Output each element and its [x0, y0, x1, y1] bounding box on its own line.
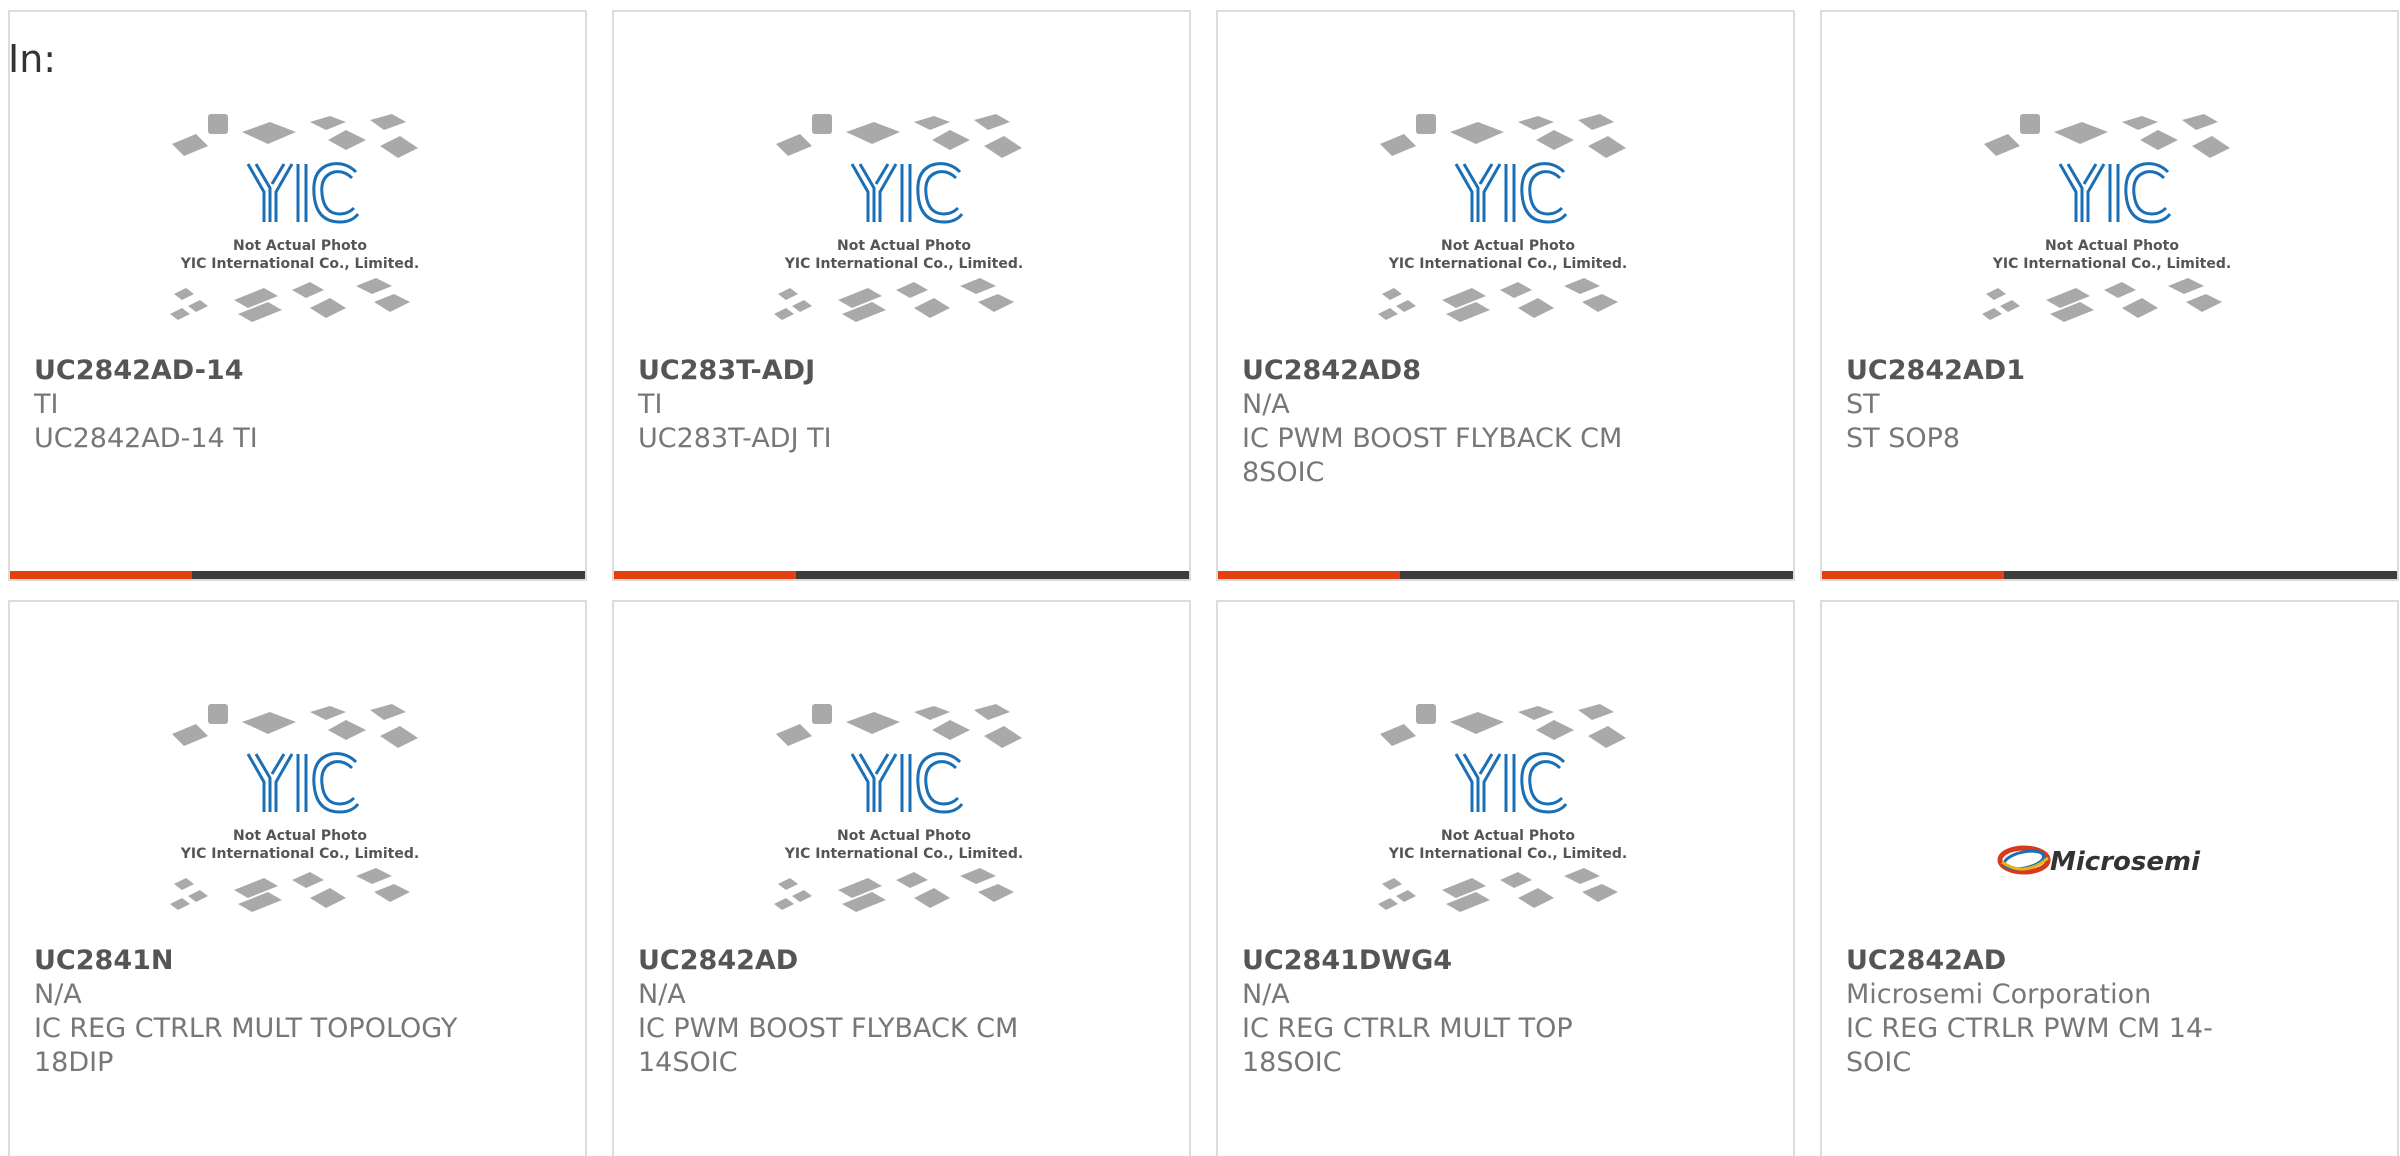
placeholder-line2: YIC International Co., Limited. — [784, 846, 1023, 862]
placeholder-line1: Not Actual Photo — [1441, 238, 1575, 254]
prefix-label: In: — [8, 37, 57, 81]
product-card[interactable]: Not Actual Photo YIC International Co., … — [612, 600, 1191, 1156]
product-image[interactable]: Microsemi — [1972, 692, 2252, 942]
manufacturer: TI — [34, 389, 59, 420]
manufacturer: N/A — [1242, 979, 1290, 1010]
placeholder-photo-icon: Not Actual Photo YIC International Co., … — [170, 114, 419, 322]
part-number[interactable]: UC2842AD1 — [1846, 354, 2373, 388]
placeholder-line2: YIC International Co., Limited. — [1388, 846, 1627, 862]
card-bottom-bar — [1218, 571, 1793, 579]
bar-rest — [192, 571, 585, 579]
placeholder-line1: Not Actual Photo — [837, 238, 971, 254]
bar-accent — [614, 571, 796, 579]
bar-rest — [1400, 571, 1793, 579]
manufacturer: ST — [1846, 389, 1880, 420]
bar-accent — [10, 571, 192, 579]
product-image[interactable]: Not Actual Photo YIC International Co., … — [160, 102, 440, 352]
placeholder-photo-icon: Not Actual Photo YIC International Co., … — [774, 704, 1023, 912]
placeholder-line2: YIC International Co., Limited. — [180, 256, 419, 272]
manufacturer: N/A — [638, 979, 686, 1010]
product-card[interactable]: Not Actual Photo YIC International Co., … — [8, 10, 587, 581]
description: ST SOP8 — [1846, 423, 1961, 454]
placeholder-photo-icon: Not Actual Photo YIC International Co., … — [1378, 704, 1627, 912]
product-card[interactable]: Microsemi UC2842AD Microsemi Corporation… — [1820, 600, 2399, 1156]
description: IC PWM BOOST FLYBACK CM 8SOIC — [1242, 423, 1623, 488]
part-number[interactable]: UC2841DWG4 — [1242, 944, 1769, 978]
part-number[interactable]: UC2842AD-14 — [34, 354, 561, 388]
placeholder-line2: YIC International Co., Limited. — [784, 256, 1023, 272]
card-bottom-bar — [10, 571, 585, 579]
card-bottom-bar — [1822, 571, 2397, 579]
bar-accent — [1822, 571, 2004, 579]
card-bottom-bar — [614, 571, 1189, 579]
microsemi-logo-icon: Microsemi — [1997, 845, 2201, 877]
description: UC2842AD-14 TI — [34, 423, 258, 454]
product-image[interactable]: Not Actual Photo YIC International Co., … — [1368, 692, 1648, 942]
manufacturer: TI — [638, 389, 663, 420]
bar-accent — [1218, 571, 1400, 579]
placeholder-line1: Not Actual Photo — [837, 828, 971, 844]
bar-rest — [2004, 571, 2397, 579]
product-card[interactable]: Not Actual Photo YIC International Co., … — [612, 10, 1191, 581]
manufacturer: N/A — [34, 979, 82, 1010]
product-image[interactable]: Not Actual Photo YIC International Co., … — [1368, 102, 1648, 352]
product-card[interactable]: Not Actual Photo YIC International Co., … — [1216, 600, 1795, 1156]
placeholder-line1: Not Actual Photo — [1441, 828, 1575, 844]
bar-rest — [796, 571, 1189, 579]
placeholder-line1: Not Actual Photo — [233, 238, 367, 254]
part-number[interactable]: UC2842AD — [638, 944, 1165, 978]
product-card[interactable]: Not Actual Photo YIC International Co., … — [1820, 10, 2399, 581]
brand-logo-text: Microsemi — [2050, 847, 2201, 877]
product-card[interactable]: Not Actual Photo YIC International Co., … — [8, 600, 587, 1156]
placeholder-line2: YIC International Co., Limited. — [1388, 256, 1627, 272]
placeholder-photo-icon: Not Actual Photo YIC International Co., … — [170, 704, 419, 912]
placeholder-line2: YIC International Co., Limited. — [180, 846, 419, 862]
placeholder-line1: Not Actual Photo — [2045, 238, 2179, 254]
product-grid-page: In: Not Actual Photo YIC International C… — [0, 0, 2400, 1156]
placeholder-line2: YIC International Co., Limited. — [1992, 256, 2231, 272]
product-image[interactable]: Not Actual Photo YIC International Co., … — [764, 692, 1044, 942]
description: IC REG CTRLR MULT TOP 18SOIC — [1242, 1013, 1573, 1078]
manufacturer: N/A — [1242, 389, 1290, 420]
part-number[interactable]: UC2841N — [34, 944, 561, 978]
description: UC283T-ADJ TI — [638, 423, 832, 454]
part-number[interactable]: UC2842AD — [1846, 944, 2373, 978]
placeholder-photo-icon: Not Actual Photo YIC International Co., … — [774, 114, 1023, 322]
part-number[interactable]: UC283T-ADJ — [638, 354, 1165, 388]
description: IC REG CTRLR PWM CM 14-SOIC — [1846, 1013, 2213, 1078]
manufacturer: Microsemi Corporation — [1846, 979, 2152, 1010]
part-number[interactable]: UC2842AD8 — [1242, 354, 1769, 388]
product-image[interactable]: Not Actual Photo YIC International Co., … — [1972, 102, 2252, 352]
product-image[interactable]: Not Actual Photo YIC International Co., … — [764, 102, 1044, 352]
placeholder-photo-icon: Not Actual Photo YIC International Co., … — [1982, 114, 2231, 322]
placeholder-line1: Not Actual Photo — [233, 828, 367, 844]
description: IC PWM BOOST FLYBACK CM 14SOIC — [638, 1013, 1019, 1078]
product-card[interactable]: Not Actual Photo YIC International Co., … — [1216, 10, 1795, 581]
placeholder-photo-icon: Not Actual Photo YIC International Co., … — [1378, 114, 1627, 322]
description: IC REG CTRLR MULT TOPOLOGY 18DIP — [34, 1013, 458, 1078]
product-image[interactable]: Not Actual Photo YIC International Co., … — [160, 692, 440, 942]
